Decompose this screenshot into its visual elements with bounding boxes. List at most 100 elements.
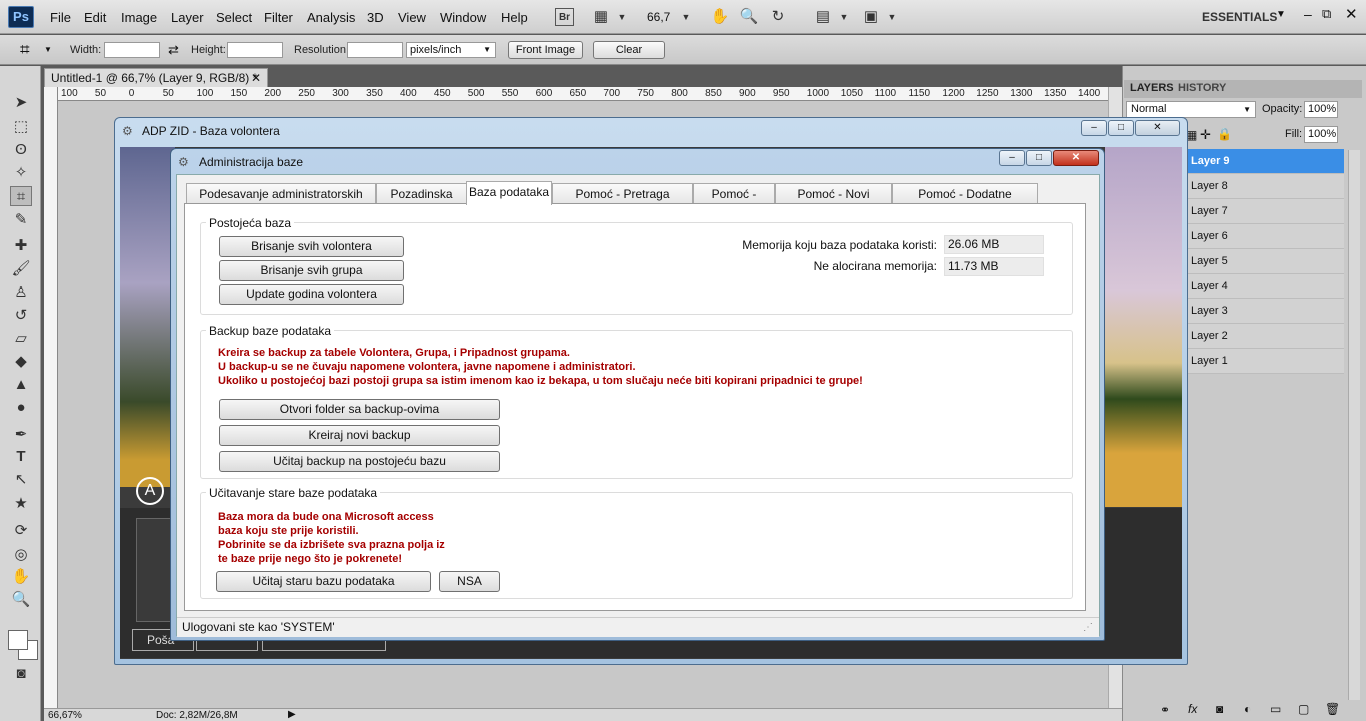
minimize-button[interactable]: – xyxy=(999,150,1025,166)
hand-icon[interactable]: ✋ xyxy=(10,567,32,587)
delete-all-groups-button[interactable]: Brisanje svih grupa xyxy=(219,260,404,281)
dodge-icon[interactable]: ● xyxy=(10,398,32,418)
nsa-button[interactable]: NSA xyxy=(439,571,500,592)
foreground-color-swatch[interactable] xyxy=(8,630,28,650)
minimize-icon[interactable]: – xyxy=(1304,6,1312,22)
minimize-button[interactable]: – xyxy=(1081,120,1107,136)
menu-image[interactable]: Image xyxy=(121,10,157,25)
3d-rotate-icon[interactable]: ⟳ xyxy=(10,521,32,541)
menu-analysis[interactable]: Analysis xyxy=(307,10,355,25)
tab-history[interactable]: HISTORY xyxy=(1178,82,1226,94)
tab-help-search[interactable]: Pomoć - Pretraga volonetra xyxy=(552,183,693,221)
layers-scrollbar[interactable] xyxy=(1348,150,1360,700)
workspace-switcher[interactable]: ESSENTIALS xyxy=(1202,10,1277,24)
layer-row[interactable]: Layer 1 xyxy=(1186,349,1344,374)
zoom-level[interactable]: 66,7 xyxy=(647,10,670,24)
chevron-down-icon[interactable]: ▼ xyxy=(834,8,854,26)
shape-tool-icon[interactable]: ★ xyxy=(10,494,32,514)
lock-all-icon[interactable]: 🔒 xyxy=(1217,127,1232,141)
layer-style-icon[interactable]: fx xyxy=(1188,702,1197,716)
chevron-down-icon[interactable]: ▼ xyxy=(44,45,52,54)
create-backup-button[interactable]: Kreiraj novi backup xyxy=(219,425,500,446)
menu-help[interactable]: Help xyxy=(501,10,528,25)
bridge-button[interactable]: Br xyxy=(555,8,574,26)
new-layer-icon[interactable]: ▢ xyxy=(1298,702,1309,716)
menu-3d[interactable]: 3D xyxy=(367,10,384,25)
film-icon[interactable]: ▦ xyxy=(591,8,611,26)
tab-background-image[interactable]: Pozadinska slika xyxy=(376,183,467,221)
open-backup-folder-button[interactable]: Otvori folder sa backup-ovima xyxy=(219,399,500,420)
hand-icon[interactable]: ✋ xyxy=(710,8,730,26)
menu-window[interactable]: Window xyxy=(440,10,486,25)
menu-edit[interactable]: Edit xyxy=(84,10,106,25)
screen-mode-icon[interactable]: ▣ xyxy=(861,8,881,26)
layer-row[interactable]: Layer 9 xyxy=(1186,149,1344,174)
menu-view[interactable]: View xyxy=(398,10,426,25)
quick-mask-icon[interactable]: ◙ xyxy=(10,664,32,684)
opacity-input[interactable]: 100% xyxy=(1304,101,1338,118)
zoom-icon[interactable]: 🔍 xyxy=(10,590,32,610)
restore-icon[interactable]: ⧉ xyxy=(1322,6,1331,22)
tab-help-new-volunteer[interactable]: Pomoć - Novi volonter xyxy=(775,183,892,221)
layer-row[interactable]: Layer 7 xyxy=(1186,199,1344,224)
close-button[interactable]: ✕ xyxy=(1135,120,1180,136)
layer-row[interactable]: Layer 8 xyxy=(1186,174,1344,199)
delete-layer-icon[interactable]: 🗑 xyxy=(1325,702,1340,716)
crop-tool-icon[interactable]: ⌗ xyxy=(10,186,32,206)
document-tab[interactable]: Untitled-1 @ 66,7% (Layer 9, RGB/8) * ✕ xyxy=(44,68,268,88)
close-icon[interactable]: ✕ xyxy=(251,69,261,87)
3d-orbit-icon[interactable]: ◎ xyxy=(10,545,32,565)
lock-position-icon[interactable]: ✛ xyxy=(1200,127,1211,143)
tab-database[interactable]: Baza podataka xyxy=(466,181,552,205)
path-select-icon[interactable]: ↖ xyxy=(10,470,32,490)
clear-button[interactable]: Clear xyxy=(593,41,665,59)
brush-icon[interactable]: 🖌 xyxy=(10,259,32,279)
tab-help-groups[interactable]: Pomoć - Grupe xyxy=(693,183,775,221)
arrange-documents-icon[interactable]: ▤ xyxy=(813,8,833,26)
menu-filter[interactable]: Filter xyxy=(264,10,293,25)
layer-row[interactable]: Layer 5 xyxy=(1186,249,1344,274)
layer-row[interactable]: Layer 2 xyxy=(1186,324,1344,349)
play-icon[interactable]: ▶ xyxy=(288,709,296,720)
load-legacy-db-button[interactable]: Učitaj staru bazu podataka xyxy=(216,571,431,592)
history-brush-icon[interactable]: ↺ xyxy=(10,306,32,326)
zoom-status[interactable]: 66,67% xyxy=(48,710,82,721)
marquee-tool-icon[interactable]: ⬚ xyxy=(10,117,32,137)
zoom-icon[interactable]: 🔍 xyxy=(739,8,759,26)
swap-icon[interactable]: ⇄ xyxy=(168,42,179,58)
crop-tool-icon[interactable]: ⌗ xyxy=(20,40,30,60)
front-image-button[interactable]: Front Image xyxy=(508,41,583,59)
update-volunteer-years-button[interactable]: Update godina volontera xyxy=(219,284,404,305)
add-mask-icon[interactable]: ◙ xyxy=(1216,702,1223,716)
fill-input[interactable]: 100% xyxy=(1304,126,1338,143)
resolution-input[interactable] xyxy=(347,42,403,58)
healing-brush-icon[interactable]: ✚ xyxy=(10,236,32,256)
resize-grip-icon[interactable]: ⋰ xyxy=(1083,618,1093,637)
magic-wand-icon[interactable]: ✧ xyxy=(10,163,32,183)
adjustment-layer-icon[interactable]: ◐ xyxy=(1244,702,1251,716)
tab-help-additional-info[interactable]: Pomoć - Dodatne informacije xyxy=(892,183,1038,221)
eraser-icon[interactable]: ▱ xyxy=(10,329,32,349)
maximize-button[interactable]: □ xyxy=(1108,120,1134,136)
chevron-down-icon[interactable]: ▼ xyxy=(882,8,902,26)
paint-bucket-icon[interactable]: ◆ xyxy=(10,352,32,372)
lasso-tool-icon[interactable]: ʘ xyxy=(10,140,32,160)
menu-file[interactable]: File xyxy=(50,10,71,25)
blend-mode-select[interactable]: Normal ▼ xyxy=(1126,101,1256,118)
menu-layer[interactable]: Layer xyxy=(171,10,204,25)
blur-icon[interactable]: ▲ xyxy=(10,375,32,395)
menu-select[interactable]: Select xyxy=(216,10,252,25)
eyedropper-icon[interactable]: ✎ xyxy=(10,210,32,230)
delete-all-volunteers-button[interactable]: Brisanje svih volontera xyxy=(219,236,404,257)
height-input[interactable] xyxy=(227,42,283,58)
move-tool-icon[interactable]: ➤ xyxy=(10,93,32,113)
tab-admin-accounts[interactable]: Podesavanje administratorskih naloga xyxy=(186,183,376,221)
close-button[interactable]: ✕ xyxy=(1053,150,1099,166)
width-input[interactable] xyxy=(104,42,160,58)
close-icon[interactable]: ✕ xyxy=(1345,5,1358,23)
pen-icon[interactable]: ✒ xyxy=(10,425,32,445)
chevron-down-icon[interactable]: ▼ xyxy=(676,8,696,26)
layer-row[interactable]: Layer 4 xyxy=(1186,274,1344,299)
chevron-down-icon[interactable]: ▼ xyxy=(1276,9,1286,20)
maximize-button[interactable]: □ xyxy=(1026,150,1052,166)
